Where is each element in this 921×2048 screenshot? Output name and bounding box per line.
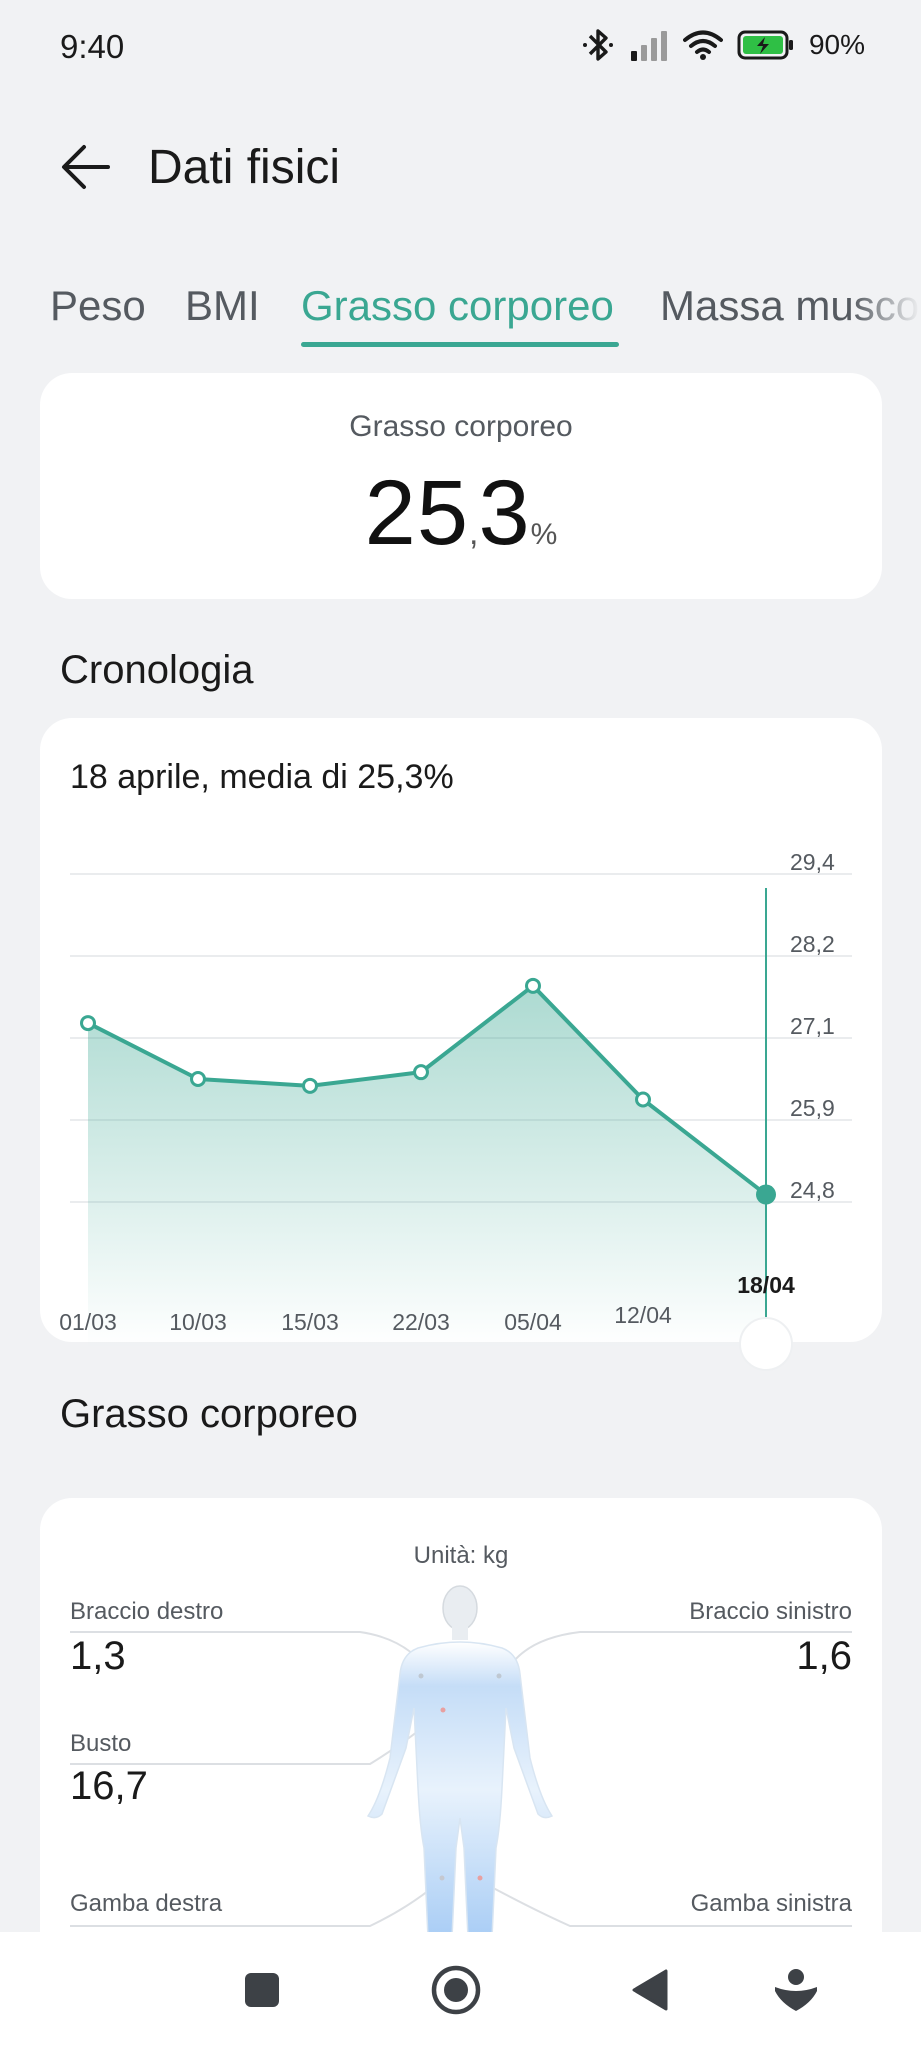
body-fat-section-title: Grasso corporeo [60, 1392, 358, 1436]
summary-value-dec: 3 [478, 462, 531, 564]
tab-bmi[interactable]: BMI [185, 282, 260, 330]
summary-value-int: 25 [364, 462, 470, 564]
tab-fade [851, 272, 921, 352]
data-point [413, 1064, 429, 1081]
recent-apps-button[interactable] [232, 1960, 292, 2020]
history-chart-card: 18 aprile, media di 25,3% 29,4 28,2 27,1 25… [40, 718, 882, 1371]
chart-scrubber-handle[interactable] [739, 1317, 793, 1371]
x-tick-label: 01/03 [59, 1309, 117, 1335]
square-icon [245, 1973, 279, 2007]
back-triangle-icon [632, 1969, 668, 2011]
battery-percentage: 90% [808, 29, 865, 60]
left-arm-value: 1,6 [796, 1634, 852, 1678]
summary-card: Grasso corporeo 25,3% [40, 373, 882, 599]
status-time: 9:40 [60, 28, 125, 65]
status-icons: 90% [581, 26, 865, 64]
chart-area [88, 985, 766, 1348]
home-circle-icon [431, 1965, 481, 2015]
body-fat-chart[interactable]: 29,4 28,2 27,1 25,9 24,8 01/03 10/03 15/03 22/03… [40, 718, 882, 1398]
active-tab-indicator [301, 342, 619, 347]
signal-icon [630, 31, 667, 61]
back-arrow-icon [62, 145, 110, 189]
page-title: Dati fisici [148, 141, 341, 194]
right-arm-value: 1,3 [70, 1634, 126, 1678]
battery-icon [737, 30, 793, 60]
system-nav-bar [0, 1932, 921, 2048]
data-point [525, 977, 541, 994]
y-tick-label: 29,4 [790, 849, 835, 875]
x-tick-label: 22/03 [392, 1309, 450, 1335]
data-point [80, 1015, 96, 1032]
unit-label: Unità: kg [413, 1542, 509, 1569]
left-arm-label: Braccio sinistro [689, 1598, 852, 1625]
x-tick-label: 05/04 [504, 1309, 562, 1335]
right-arm-label: Braccio destro [70, 1598, 224, 1625]
left-leg-label: Gamba sinistra [690, 1890, 852, 1917]
home-button[interactable] [426, 1960, 486, 2020]
x-tick-label: 12/04 [614, 1302, 672, 1328]
torso-value: 16,7 [70, 1764, 148, 1808]
y-tick-label: 28,2 [790, 931, 835, 957]
data-point-selected [756, 1184, 776, 1205]
summary-value: 25,3% [40, 461, 882, 566]
y-tick-label: 25,9 [790, 1095, 835, 1121]
y-tick-label: 27,1 [790, 1013, 835, 1039]
assistant-icon [775, 1969, 817, 2011]
data-point [635, 1091, 651, 1108]
back-button[interactable] [56, 135, 120, 199]
right-leg-label: Gamba destra [70, 1890, 223, 1917]
back-nav-button[interactable] [620, 1960, 680, 2020]
wifi-icon [682, 30, 723, 60]
tab-bar: Peso BMI Grasso corporeo Massa musco [0, 272, 921, 352]
data-point [302, 1077, 318, 1094]
x-tick-label: 15/03 [281, 1309, 339, 1335]
assistant-button[interactable] [766, 1960, 826, 2020]
summary-label: Grasso corporeo [349, 410, 573, 443]
tab-weight[interactable]: Peso [50, 282, 146, 330]
x-tick-label-selected: 18/04 [737, 1272, 795, 1298]
torso-label: Busto [70, 1730, 132, 1757]
bluetooth-icon [582, 29, 613, 61]
status-bar: 9:40 90% [0, 0, 921, 96]
y-tick-label: 24,8 [790, 1177, 835, 1203]
tab-body-fat[interactable]: Grasso corporeo [301, 282, 614, 330]
x-tick-label: 10/03 [169, 1309, 227, 1335]
summary-unit: % [530, 518, 558, 551]
data-point [190, 1071, 206, 1087]
history-title: Cronologia [60, 648, 254, 692]
